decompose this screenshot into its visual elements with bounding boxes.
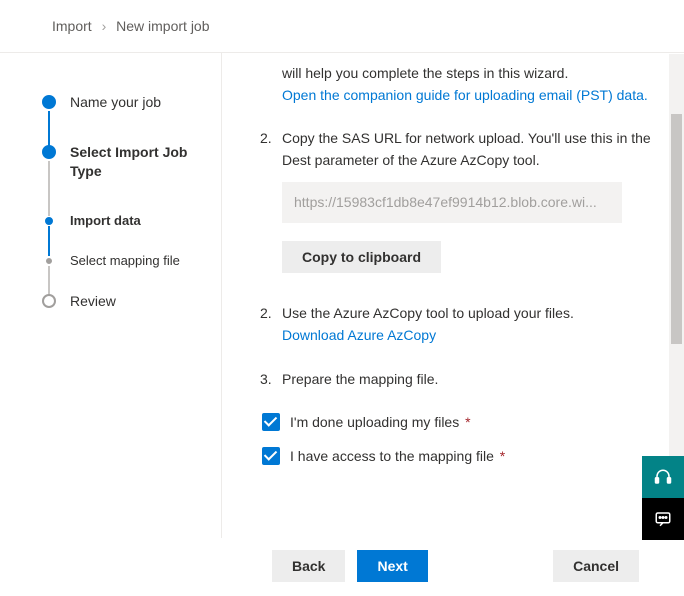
copy-to-clipboard-button[interactable]: Copy to clipboard (282, 241, 441, 273)
step-bullet-icon (46, 258, 52, 264)
checkbox-label: I'm done uploading my files * (290, 414, 471, 430)
headset-icon (654, 468, 672, 486)
companion-guide-link[interactable]: Open the companion guide for uploading e… (282, 87, 648, 103)
next-button[interactable]: Next (357, 550, 427, 582)
step-select-import-job-type[interactable]: Select Import Job Type (42, 143, 211, 212)
step-bullet-icon (45, 217, 53, 225)
wizard-steps-sidebar: Name your job Select Import Job Type Imp… (0, 53, 222, 538)
back-button[interactable]: Back (272, 550, 345, 582)
checkbox-done-uploading[interactable]: I'm done uploading my files * (262, 413, 654, 431)
wizard-content: will help you complete the steps in this… (222, 53, 684, 538)
step-bullet-icon (42, 294, 56, 308)
instruction-4: Prepare the mapping file. (282, 369, 654, 391)
sas-url-field[interactable]: https://15983cf1db8e47ef9914b12.blob.cor… (282, 182, 622, 224)
step-bullet-icon (42, 145, 56, 159)
scrollbar-thumb[interactable] (671, 114, 682, 344)
help-button[interactable] (642, 456, 684, 498)
chat-icon (654, 510, 672, 528)
feedback-button[interactable] (642, 498, 684, 540)
breadcrumb: Import › New import job (0, 0, 684, 52)
breadcrumb-current: New import job (116, 18, 209, 34)
step-select-mapping-file[interactable]: Select mapping file (42, 252, 211, 292)
step-review[interactable]: Review (42, 292, 211, 342)
checkbox-icon[interactable] (262, 447, 280, 465)
instruction-1-partial: will help you complete the steps in this… (282, 63, 654, 106)
download-azcopy-link[interactable]: Download Azure AzCopy (282, 327, 436, 343)
instruction-3: Use the Azure AzCopy tool to upload your… (282, 303, 654, 346)
checkbox-icon[interactable] (262, 413, 280, 431)
step-name-your-job[interactable]: Name your job (42, 93, 211, 143)
step-import-data[interactable]: Import data (42, 212, 211, 252)
checkbox-have-mapping[interactable]: I have access to the mapping file * (262, 447, 654, 465)
chevron-right-icon: › (102, 18, 107, 34)
breadcrumb-root[interactable]: Import (52, 18, 92, 34)
cancel-button[interactable]: Cancel (553, 550, 639, 582)
floating-actions (642, 456, 684, 540)
instruction-2: Copy the SAS URL for network upload. You… (282, 128, 654, 281)
wizard-footer: Back Next Cancel (222, 537, 669, 596)
step-bullet-icon (42, 95, 56, 109)
checkbox-label: I have access to the mapping file * (290, 448, 505, 464)
